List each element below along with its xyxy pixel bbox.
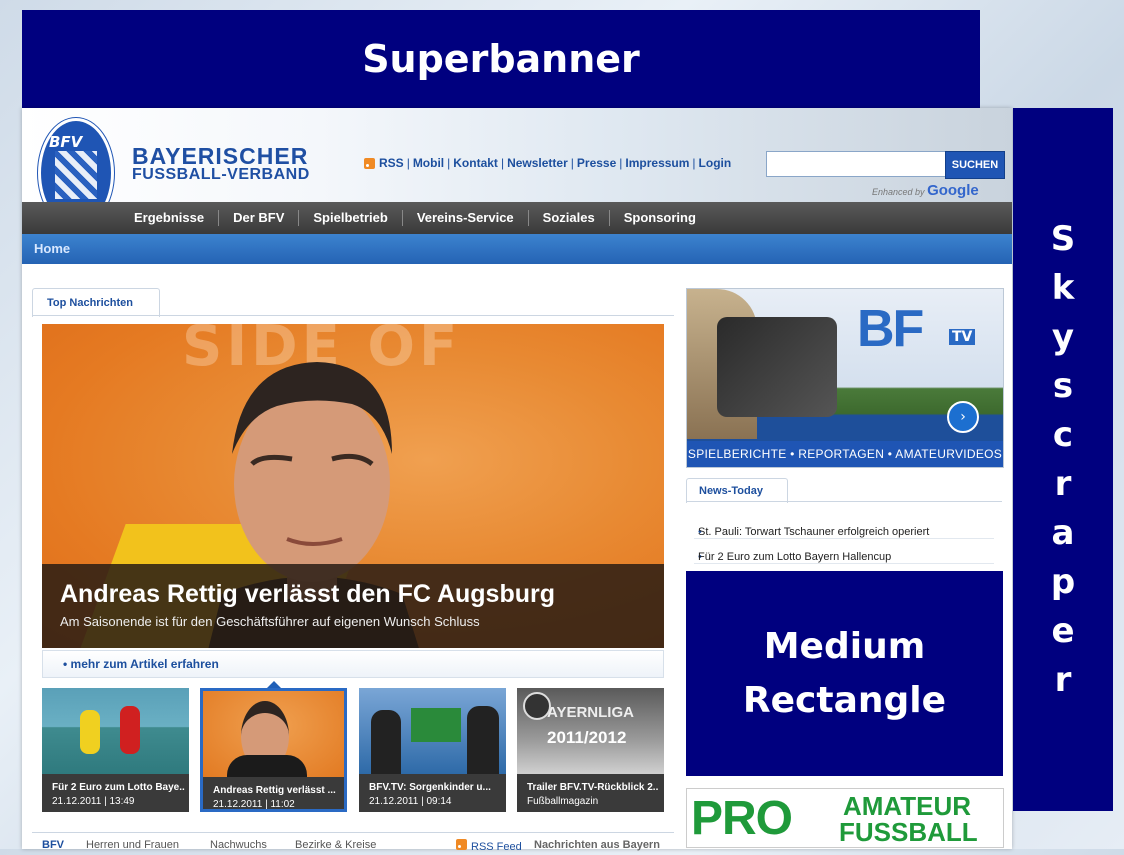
- nav-item-spielbetrieb[interactable]: Spielbetrieb: [299, 210, 403, 226]
- thumb-item[interactable]: AYERNLIGA 2011/2012 Trailer BFV.TV-Rückb…: [517, 688, 664, 812]
- nav-item-sponsoring[interactable]: Sponsoring: [610, 210, 710, 226]
- hero-subtitle: Am Saisonende ist für den Geschäftsführe…: [60, 614, 480, 629]
- link-login[interactable]: Login: [699, 156, 732, 170]
- camera-icon: [717, 317, 837, 417]
- skyscraper-letter: k: [1051, 267, 1075, 308]
- fussball-text: FUSSBALL: [839, 817, 978, 847]
- pro-text: PRO: [691, 792, 793, 845]
- news-item[interactable]: • Für 2 Euro zum Lotto Bayern Hallencup: [694, 539, 994, 564]
- skyscraper-letter: S: [1050, 218, 1076, 259]
- hero-title[interactable]: Andreas Rettig verlässt den FC Augsburg: [60, 580, 555, 609]
- divider: [32, 315, 674, 316]
- tab-top-nachrichten[interactable]: Top Nachrichten: [32, 288, 160, 317]
- skyscraper-letter: p: [1050, 561, 1076, 602]
- thumb-item[interactable]: Für 2 Euro zum Lotto Baye.. 21.12.2011 | …: [42, 688, 189, 812]
- search-button[interactable]: SUCHEN: [945, 151, 1005, 179]
- skyscraper-letter: s: [1052, 365, 1074, 406]
- link-impressum[interactable]: Impressum: [625, 156, 689, 170]
- thumb-image: [203, 691, 344, 785]
- news-item[interactable]: • St. Pauli: Torwart Tschauner erfolgrei…: [694, 514, 994, 539]
- link-presse[interactable]: Presse: [577, 156, 616, 170]
- nav-item-der-bfv[interactable]: Der BFV: [219, 210, 300, 226]
- thumb-date: 21.12.2011 | 13:49: [52, 796, 135, 807]
- tab-label: Top Nachrichten: [47, 297, 133, 309]
- search-input[interactable]: [766, 151, 946, 177]
- skyscraper-ad[interactable]: S k y s c r a p e r: [1013, 108, 1113, 811]
- thumb-date: 21.12.2011 | 09:14: [369, 796, 452, 807]
- tab-news-today[interactable]: News-Today: [686, 478, 788, 503]
- thumb-title: Für 2 Euro zum Lotto Baye..: [52, 782, 185, 793]
- top-links: RSS | Mobil | Kontakt | Newsletter | Presse |…: [364, 156, 731, 170]
- google-logo: Google: [927, 182, 979, 199]
- medrect-line1: Medium: [763, 625, 926, 667]
- thumb-date: Fußballmagazin: [527, 796, 599, 807]
- breadcrumb: Home: [22, 234, 1012, 264]
- skyscraper-letter: c: [1052, 414, 1074, 455]
- thumb-title: Andreas Rettig verlässt ...: [213, 785, 336, 796]
- nav-item-ergebnisse[interactable]: Ergebnisse: [120, 210, 220, 226]
- rss-feed-label: RSS Feed: [471, 841, 522, 853]
- pro-amateur-fussball-banner[interactable]: PRO AMATEUR FUSSBALL: [686, 788, 1004, 848]
- logo-text: BFV: [49, 133, 83, 151]
- skyscraper-letter: e: [1051, 610, 1075, 651]
- play-arrow-icon[interactable]: ›: [947, 401, 979, 433]
- thumb-item-active[interactable]: Andreas Rettig verlässt ... 21.12.2011 | …: [200, 688, 347, 812]
- rss-icon: [364, 157, 375, 169]
- rss-icon: [456, 839, 467, 850]
- main-nav: Ergebnisse Der BFV Spielbetrieb Vereins-…: [22, 202, 1012, 234]
- thumb-title: BFV.TV: Sorgenkinder u...: [369, 782, 491, 793]
- skyscraper-letter: a: [1051, 512, 1075, 553]
- bfvtv-tv-badge: TV: [949, 329, 976, 345]
- skyscraper-letter: r: [1054, 463, 1072, 504]
- superbanner-label: Superbanner: [362, 37, 640, 81]
- nav-item-vereins-service[interactable]: Vereins-Service: [403, 210, 529, 226]
- divider: [686, 501, 1002, 502]
- medium-rectangle-ad[interactable]: Medium Rectangle: [686, 571, 1003, 776]
- breadcrumb-home[interactable]: Home: [34, 241, 70, 256]
- skyscraper-letter: r: [1054, 659, 1072, 700]
- link-newsletter[interactable]: Newsletter: [507, 156, 568, 170]
- bottom-tabs: BFV Herren und Frauen Nachwuchs Bezirke …: [32, 832, 674, 855]
- rss-feed-link[interactable]: RSS Feed: [456, 839, 522, 853]
- nachrichten-aus-bayern-label: Nachrichten aus Bayern: [534, 839, 660, 851]
- medrect-line2: Rectangle: [742, 679, 947, 721]
- enhanced-by-google: Enhanced by Google: [872, 182, 979, 199]
- enhanced-label: Enhanced by: [872, 187, 925, 197]
- thumb-season: 2011/2012: [547, 728, 627, 747]
- thumb-item[interactable]: BFV.TV: Sorgenkinder u... 21.12.2011 | 09…: [359, 688, 506, 812]
- tab-bezirke-kreise[interactable]: Bezirke & Kreise: [295, 839, 376, 851]
- hero-caption: Andreas Rettig verlässt den FC Augsburg …: [42, 564, 664, 648]
- brand-line2[interactable]: FUSSBALL-VERBAND: [132, 166, 310, 184]
- site-header: BFV BAYERISCHER FUSSBALL-VERBAND RSS | Mo…: [22, 108, 1012, 228]
- thumb-image: AYERNLIGA 2011/2012: [517, 688, 664, 774]
- tab-label: News-Today: [699, 485, 763, 497]
- more-article-bar: • mehr zum Artikel erfahren: [42, 650, 664, 678]
- news-item-text: Für 2 Euro zum Lotto Bayern Hallencup: [698, 551, 892, 563]
- thumb-overlay-text: AYERNLIGA: [547, 704, 634, 721]
- thumb-title: Trailer BFV.TV-Rückblick 2..: [527, 782, 659, 793]
- bfvtv-strip: SPIELBERICHTE • REPORTAGEN • AMATEURVIDE…: [687, 441, 1003, 467]
- active-thumb-pointer: [267, 681, 281, 688]
- logo-checker: [55, 151, 97, 199]
- thumb-image: [42, 688, 189, 774]
- link-mobil[interactable]: Mobil: [413, 156, 444, 170]
- nav-item-soziales[interactable]: Soziales: [529, 210, 610, 226]
- link-kontakt[interactable]: Kontakt: [453, 156, 498, 170]
- tab-nachwuchs[interactable]: Nachwuchs: [210, 839, 267, 851]
- thumb-date: 21.12.2011 | 11:02: [213, 799, 295, 810]
- bfvtv-banner[interactable]: BF TV › SPIELBERICHTE • REPORTAGEN • AMA…: [686, 288, 1004, 468]
- bfvtv-logo: BF: [857, 300, 924, 358]
- news-item-text: St. Pauli: Torwart Tschauner erfolgreich…: [698, 526, 930, 538]
- thumb-image: [359, 688, 506, 774]
- tab-bfv[interactable]: BFV: [42, 839, 64, 851]
- link-rss[interactable]: RSS: [379, 156, 404, 170]
- tab-herren-und-frauen[interactable]: Herren und Frauen: [86, 839, 179, 851]
- skyscraper-letter: y: [1051, 316, 1075, 357]
- more-article-link[interactable]: • mehr zum Artikel erfahren: [63, 657, 219, 671]
- superbanner-ad[interactable]: Superbanner: [22, 10, 980, 108]
